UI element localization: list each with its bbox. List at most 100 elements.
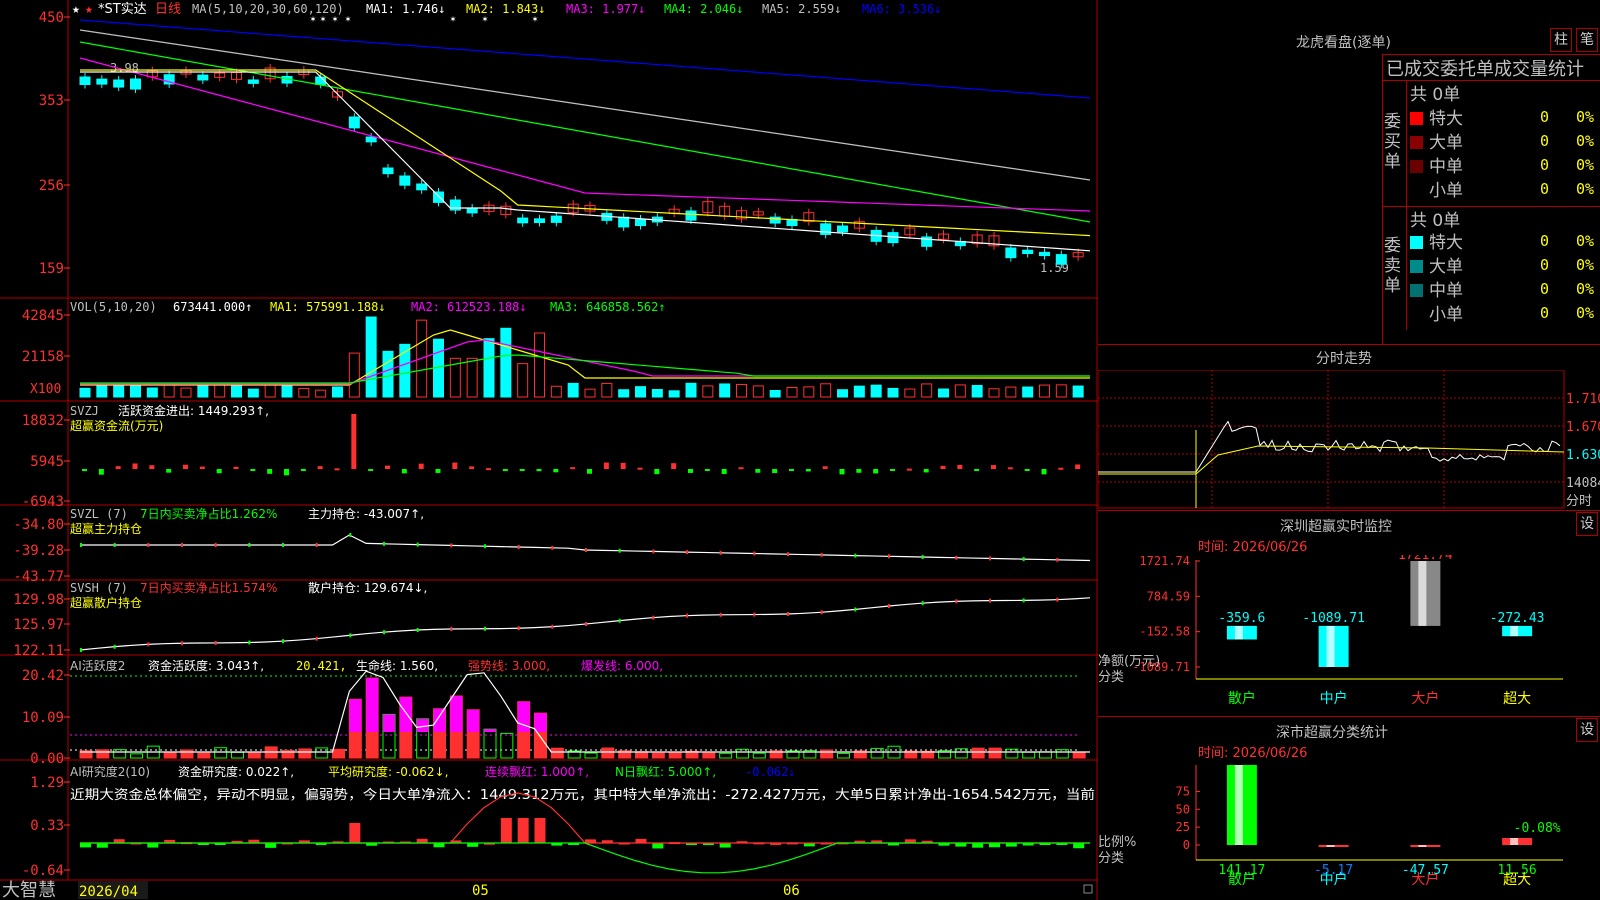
volume-bar[interactable] xyxy=(988,388,1000,398)
candle[interactable] xyxy=(197,74,209,81)
activity-bar[interactable] xyxy=(298,748,312,759)
candle[interactable] xyxy=(348,116,360,129)
volume-bar[interactable] xyxy=(500,327,512,398)
activity-bar[interactable] xyxy=(752,752,766,759)
flow-bar[interactable] xyxy=(132,463,138,469)
flow-bar[interactable] xyxy=(755,469,761,473)
volume-bar[interactable] xyxy=(180,387,192,398)
activity-bar[interactable] xyxy=(550,747,564,759)
volume-bar[interactable] xyxy=(887,387,899,398)
flow-bar[interactable] xyxy=(688,469,693,473)
flow-bar[interactable] xyxy=(183,464,188,469)
activity-bar[interactable] xyxy=(247,751,261,759)
research-bar[interactable] xyxy=(96,843,108,848)
tick-mode-button[interactable]: 笔 xyxy=(1576,28,1598,52)
volume-bar[interactable] xyxy=(348,352,360,398)
volume-bar[interactable] xyxy=(247,388,259,398)
flow-bar[interactable] xyxy=(856,469,862,473)
flow-bar[interactable] xyxy=(82,469,87,472)
volume-bar[interactable] xyxy=(79,387,91,398)
flow-bar[interactable] xyxy=(1041,469,1047,475)
volume-bar[interactable] xyxy=(298,387,310,398)
research-bar[interactable] xyxy=(719,843,731,848)
flow-bar[interactable] xyxy=(570,467,576,470)
research-bar[interactable] xyxy=(652,843,664,849)
capital-flow-chart[interactable] xyxy=(82,414,1081,476)
flow-bar[interactable] xyxy=(704,469,710,471)
flow-bar[interactable] xyxy=(603,462,609,469)
flow-bar[interactable] xyxy=(974,469,980,471)
activity-bar[interactable] xyxy=(197,752,211,759)
ai-activity-chart[interactable] xyxy=(70,670,1090,759)
flow-bar[interactable] xyxy=(1058,467,1064,470)
flow-bar[interactable] xyxy=(368,469,374,471)
bar-mode-button[interactable]: 柱 xyxy=(1550,28,1572,52)
lock-icon[interactable] xyxy=(1083,884,1093,894)
activity-bar[interactable] xyxy=(820,749,834,759)
flow-bar[interactable] xyxy=(890,469,895,471)
research-bar[interactable] xyxy=(349,823,361,843)
volume-bar[interactable] xyxy=(618,389,630,398)
activity-bar[interactable] xyxy=(702,752,716,759)
flow-bar[interactable] xyxy=(284,469,289,476)
activity-bar[interactable] xyxy=(736,748,749,759)
candle[interactable] xyxy=(534,218,545,224)
volume-bar[interactable] xyxy=(601,382,613,398)
candle[interactable] xyxy=(517,217,529,224)
flow-bar[interactable] xyxy=(250,469,256,471)
activity-bar[interactable] xyxy=(180,749,194,759)
flow-bar[interactable] xyxy=(553,469,559,473)
candle[interactable] xyxy=(130,78,141,90)
sz-monitor-chart[interactable]: 1721.74 784.59 -152.58 -1089.71 净额(万元)分类 -359… xyxy=(1098,555,1600,715)
flow-bar[interactable] xyxy=(486,468,491,471)
volume-bar[interactable] xyxy=(332,386,343,398)
research-bar[interactable] xyxy=(972,843,984,848)
brand-logo[interactable]: 大智慧 xyxy=(2,880,56,900)
flow-bar[interactable] xyxy=(401,469,407,474)
flow-bar[interactable] xyxy=(452,462,458,469)
flow-bar[interactable] xyxy=(957,464,963,469)
candle[interactable] xyxy=(365,136,377,143)
flow-bar[interactable] xyxy=(923,469,929,473)
volume-bar[interactable] xyxy=(685,382,697,398)
activity-bar[interactable] xyxy=(668,751,682,759)
activity-bar[interactable] xyxy=(584,752,598,759)
flow-bar[interactable] xyxy=(502,469,508,471)
activity-bar[interactable] xyxy=(1039,751,1052,759)
candle[interactable] xyxy=(433,191,444,203)
volume-bar[interactable] xyxy=(853,385,865,398)
flow-bar[interactable] xyxy=(334,468,340,471)
flow-bar[interactable] xyxy=(519,469,525,471)
volume-bar[interactable] xyxy=(534,332,545,398)
activity-bar[interactable] xyxy=(483,728,497,759)
activity-bar[interactable] xyxy=(837,752,850,759)
volume-bar[interactable] xyxy=(719,383,731,398)
flow-bar[interactable] xyxy=(536,469,542,472)
activity-bar[interactable] xyxy=(1022,751,1036,759)
flow-bar[interactable] xyxy=(805,469,811,472)
flow-bar[interactable] xyxy=(166,469,172,473)
candle[interactable] xyxy=(247,79,259,84)
volume-bar[interactable] xyxy=(769,389,781,398)
flow-bar[interactable] xyxy=(300,469,306,471)
period-label[interactable]: 日线 xyxy=(155,2,181,17)
volume-bar[interactable] xyxy=(584,388,596,398)
volume-bar[interactable] xyxy=(231,383,242,398)
activity-bar[interactable] xyxy=(113,749,127,759)
volume-bar[interactable] xyxy=(365,316,377,398)
flow-bar[interactable] xyxy=(199,466,205,469)
research-bar[interactable] xyxy=(416,838,428,843)
flow-bar[interactable] xyxy=(385,465,390,469)
volume-bar[interactable] xyxy=(281,384,293,398)
flow-bar[interactable] xyxy=(738,467,744,470)
volume-bar[interactable] xyxy=(971,384,983,398)
flow-bar[interactable] xyxy=(351,414,357,469)
volume-bar[interactable] xyxy=(702,385,714,398)
research-bar[interactable] xyxy=(433,843,445,848)
volume-bar[interactable] xyxy=(214,383,226,398)
candle[interactable] xyxy=(550,215,562,223)
intraday-chart[interactable]: 1.710 1.670 1.630 14084 分时 xyxy=(1098,370,1600,510)
flow-bar[interactable] xyxy=(671,463,677,469)
flow-bar[interactable] xyxy=(991,465,996,469)
flow-bar[interactable] xyxy=(940,465,946,469)
